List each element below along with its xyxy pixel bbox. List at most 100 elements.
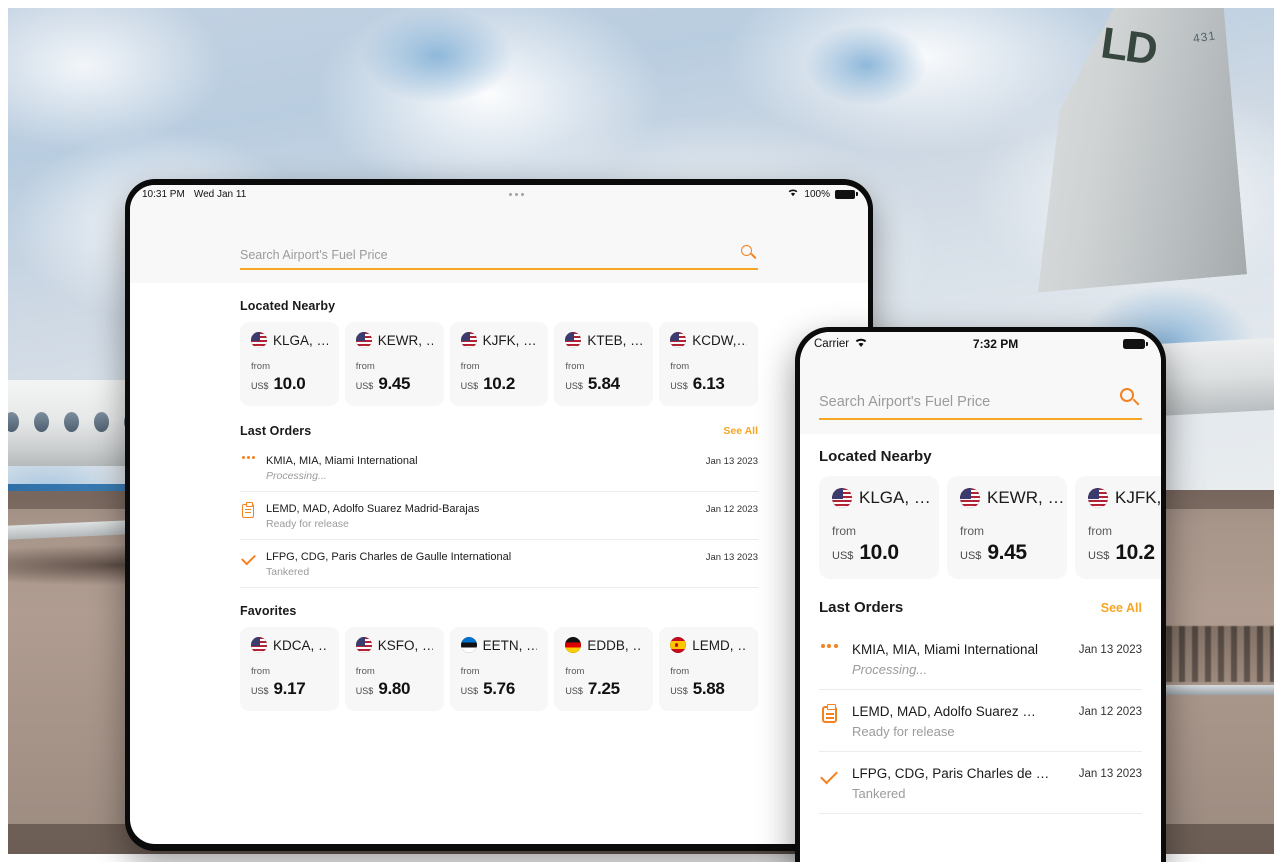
price-row: US$ 10.0 [832, 541, 926, 565]
order-details: KMIA, MIA, Miami International Processin… [266, 455, 696, 482]
order-status-icon [240, 502, 256, 518]
order-status-label: Tankered [852, 786, 906, 801]
check-icon [820, 766, 838, 785]
price-row: US$ 5.88 [670, 679, 747, 699]
airport-card[interactable]: KSFO, … from US$ 9.80 [344, 627, 444, 711]
see-all-link[interactable]: See All [1101, 601, 1142, 615]
phone-search-area: Search Airport's Fuel Price [800, 356, 1161, 434]
phone-located-nearby-cards: KLGA, … from US$ 10.0 KEWR, … from US$ 9… [800, 476, 1161, 579]
section-title-last-orders: Last Orders [240, 424, 312, 438]
order-status-icon [240, 455, 256, 459]
price-row: US$ 9.45 [356, 374, 433, 394]
currency-label: US$ [832, 550, 854, 562]
dots-icon [241, 456, 255, 459]
airport-card-header: KJFK, … [1088, 488, 1161, 508]
tablet-last-orders-header: Last Orders See All [240, 424, 758, 438]
clipboard-icon [821, 704, 837, 723]
wifi-icon [787, 188, 799, 200]
airport-card[interactable]: LEMD, … from US$ 5.88 [659, 627, 758, 711]
price-from-label: from [355, 666, 375, 677]
airport-card[interactable]: EDDB, … from US$ 7.25 [554, 627, 654, 711]
order-details: LEMD, MAD, Adolfo Suarez Madrid-Barajas … [266, 503, 696, 530]
tablet-search-input[interactable]: Search Airport's Fuel Price [240, 248, 388, 262]
airport-card[interactable]: KEWR, … from US$ 9.45 [344, 322, 444, 406]
tablet-located-nearby-header: Located Nearby [240, 299, 758, 313]
airport-code-label: KTEB, … [587, 332, 643, 348]
order-row[interactable]: LFPG, CDG, Paris Charles de Gaulle Inter… [240, 540, 758, 588]
phone-carrier-label: Carrier [814, 338, 850, 350]
order-row[interactable]: LEMD, MAD, Adolfo Suarez Madrid-Barajas … [240, 492, 758, 540]
order-row[interactable]: LFPG, CDG, Paris Charles de … Tankered J… [819, 752, 1142, 814]
search-icon[interactable] [1120, 388, 1142, 410]
order-date: Jan 12 2023 [1078, 706, 1142, 718]
airport-card[interactable]: KJFK, … from US$ 10.2 [1075, 476, 1161, 579]
tablet-content: Located Nearby KLGA, … from US$ 10.0 KEW… [130, 283, 868, 711]
order-row[interactable]: KMIA, MIA, Miami International Processin… [819, 628, 1142, 690]
order-title: KMIA, MIA, Miami International [852, 642, 1039, 657]
order-details: LFPG, CDG, Paris Charles de … Tankered [852, 766, 1066, 801]
order-date: Jan 13 2023 [1078, 768, 1142, 780]
tablet-search-bar[interactable]: Search Airport's Fuel Price [240, 245, 758, 270]
flag-us-icon [355, 332, 372, 348]
tablet-located-nearby-cards: KLGA, … from US$ 10.0 KEWR, … from US$ 9… [240, 322, 758, 406]
currency-label: US$ [460, 686, 479, 696]
price-row: US$ 7.25 [565, 679, 642, 699]
airport-card[interactable]: KLGA, … from US$ 10.0 [240, 322, 339, 406]
see-all-link[interactable]: See All [723, 425, 758, 437]
airport-card[interactable]: KCDW,… from US$ 6.13 [659, 322, 758, 406]
search-icon[interactable] [741, 245, 758, 262]
price-from-label: from [670, 361, 690, 372]
price-from-label: from [565, 361, 585, 372]
order-status-label: Ready for release [852, 724, 955, 739]
tablet-device-frame: 10:31 PM Wed Jan 11 100% Search Airport'… [125, 179, 873, 851]
phone-content: Located Nearby KLGA, … from US$ 10.0 KEW… [800, 434, 1161, 814]
airport-card[interactable]: KDCA, … from US$ 9.17 [240, 627, 339, 711]
currency-label: US$ [670, 381, 688, 391]
currency-label: US$ [670, 686, 688, 696]
price-value: 10.2 [1115, 541, 1155, 564]
section-title-last-orders: Last Orders [819, 599, 904, 616]
price-from-label: from [670, 666, 690, 677]
phone-status-bar: Carrier 7:32 PM [800, 332, 1161, 356]
price-value: 10.0 [273, 374, 306, 393]
airport-card[interactable]: KEWR, … from US$ 9.45 [947, 476, 1067, 579]
check-icon [240, 550, 256, 566]
order-title: KMIA, MIA, Miami International [266, 455, 418, 467]
flag-us-icon [670, 332, 687, 348]
order-date: Jan 13 2023 [1078, 644, 1142, 656]
currency-label: US$ [355, 686, 374, 696]
price-row: US$ 9.17 [251, 679, 328, 699]
airport-card-header: KEWR, … [355, 332, 433, 348]
order-row[interactable]: LEMD, MAD, Adolfo Suarez … Ready for rel… [819, 690, 1142, 752]
order-title: LEMD, MAD, Adolfo Suarez … [852, 704, 1036, 719]
battery-full-icon [1123, 339, 1148, 349]
order-status-label: Tankered [266, 566, 310, 578]
order-title: LFPG, CDG, Paris Charles de Gaulle Inter… [266, 551, 512, 563]
airport-code-label: KJFK, … [482, 332, 537, 348]
order-status-label: Processing... [852, 662, 928, 677]
airport-card[interactable]: KTEB, … from US$ 5.84 [554, 322, 654, 406]
airport-card-header: KLGA, … [251, 332, 328, 348]
wifi-icon [854, 337, 868, 351]
dots-icon [820, 644, 838, 648]
price-from-label: from [251, 666, 270, 677]
section-title-located-nearby: Located Nearby [819, 448, 932, 465]
phone-search-input[interactable]: Search Airport's Fuel Price [819, 394, 990, 410]
airport-code-label: EDDB, … [587, 637, 643, 653]
price-from-label: from [1088, 524, 1112, 538]
airport-card[interactable]: KJFK, … from US$ 10.2 [449, 322, 549, 406]
screenshot-stage: LD 431 10:31 PM Wed Jan 11 100% Search A… [0, 0, 1288, 862]
tablet-battery-label: 100% [804, 188, 830, 200]
price-value: 7.25 [587, 679, 620, 698]
tablet-search-area: Search Airport's Fuel Price [130, 203, 868, 283]
tablet-status-time: 10:31 PM [142, 188, 185, 200]
price-row: US$ 5.76 [461, 679, 538, 699]
airport-code-label: KLGA, … [273, 332, 328, 348]
phone-search-bar[interactable]: Search Airport's Fuel Price [819, 388, 1142, 420]
airport-card[interactable]: KLGA, … from US$ 10.0 [819, 476, 939, 579]
tablet-status-bar: 10:31 PM Wed Jan 11 100% [130, 185, 868, 203]
section-title-favorites: Favorites [240, 604, 297, 618]
airport-card-header: KSFO, … [355, 637, 433, 653]
airport-card[interactable]: EETN, … from US$ 5.76 [449, 627, 549, 711]
order-row[interactable]: KMIA, MIA, Miami International Processin… [240, 444, 758, 492]
